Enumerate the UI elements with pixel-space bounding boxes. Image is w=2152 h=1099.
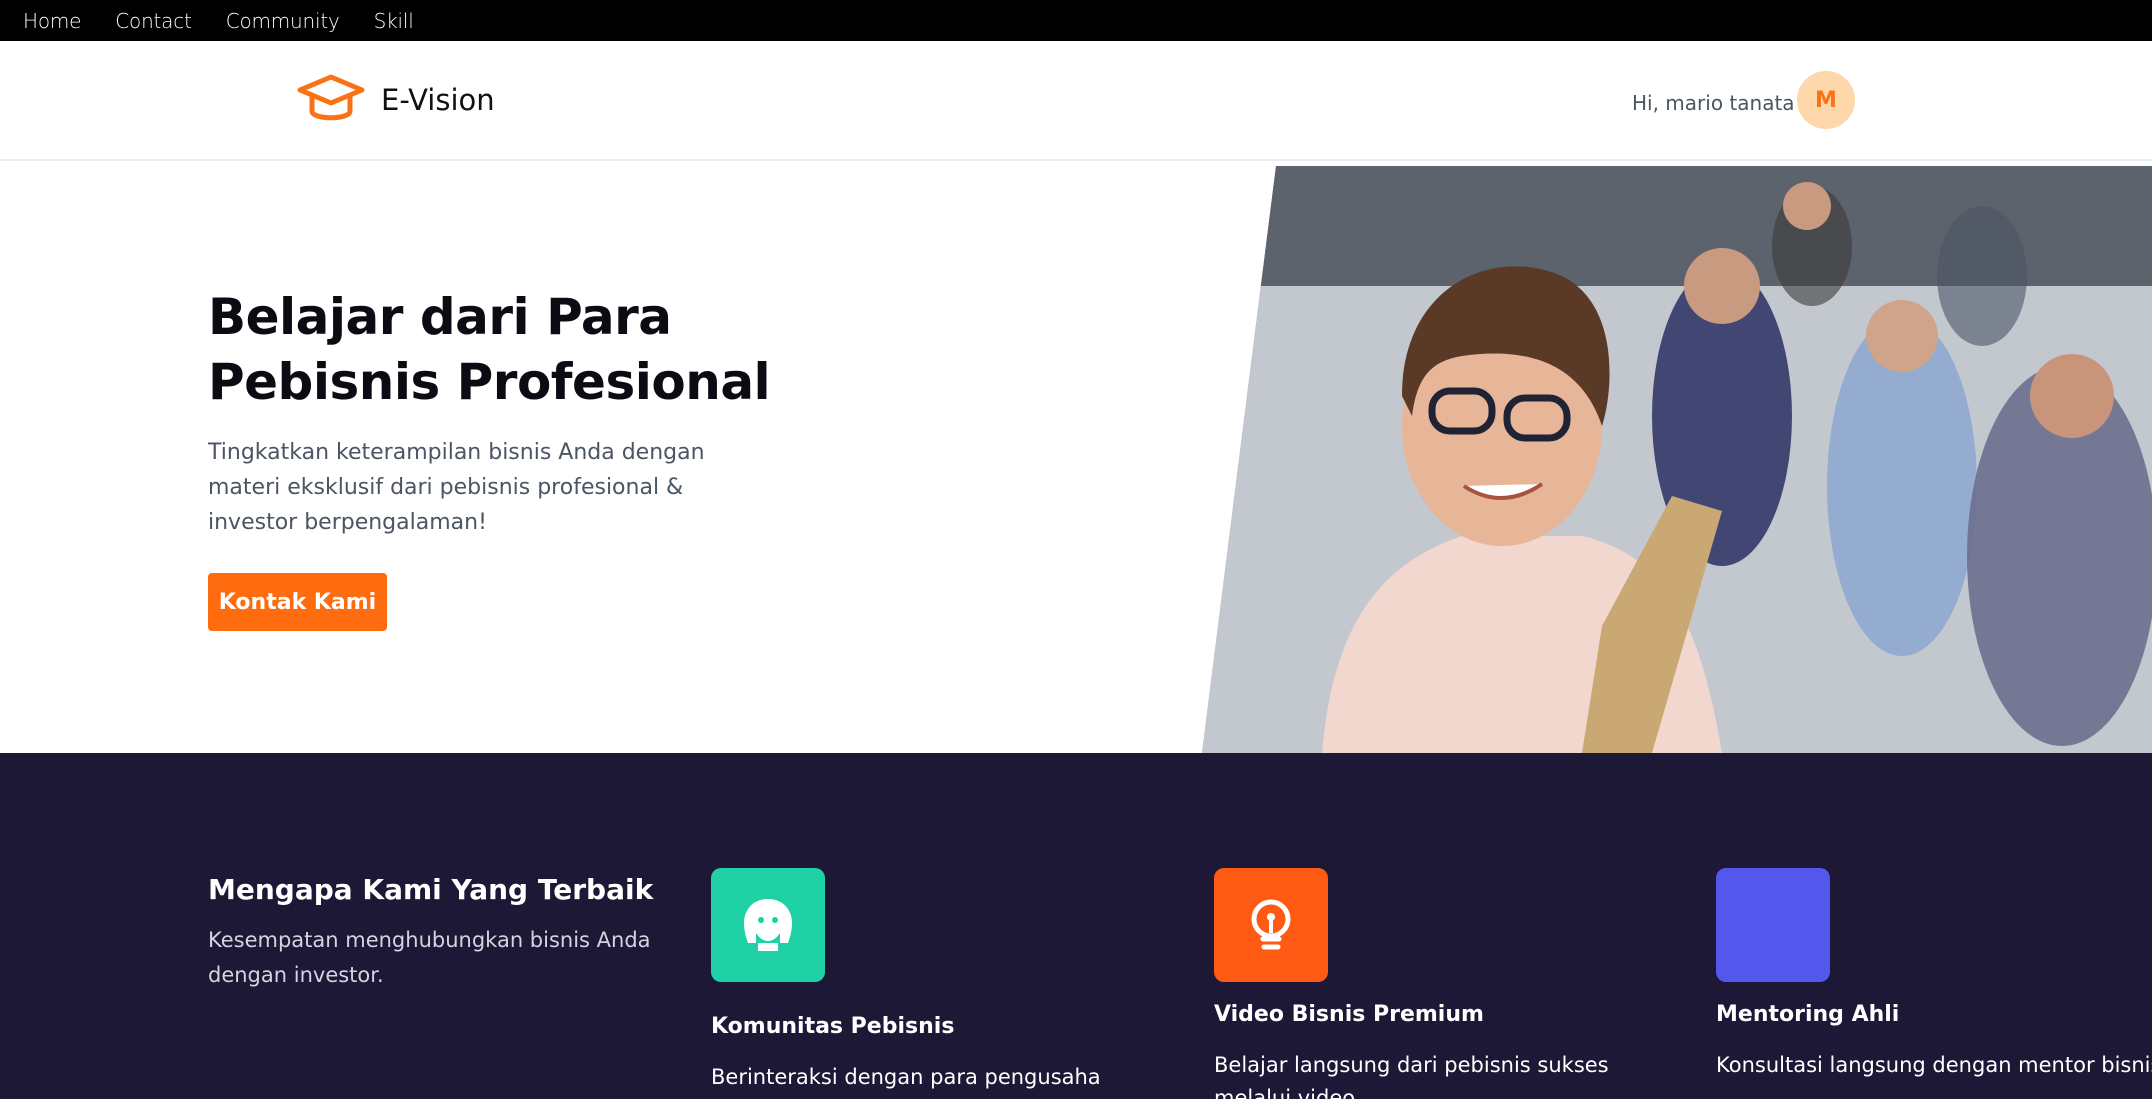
hero-subtitle: Tingkatkan keterampilan bisnis Anda deng… [208, 440, 705, 535]
hero-section: Belajar dari Para Pebisnis Profesional T… [0, 163, 2152, 753]
feature-title: Komunitas Pebisnis [711, 1014, 955, 1039]
hero-title-line-2: Pebisnis Profesional [208, 353, 771, 411]
features-subtitle: Kesempatan menghubungkan bisnis Anda den… [208, 928, 651, 987]
hero-title: Belajar dari Para Pebisnis Profesional [208, 285, 848, 415]
nav-community-link[interactable]: Community [226, 9, 340, 33]
mentor-icon [1716, 868, 1830, 982]
feature-card-community: Komunitas Pebisnis Berinteraksi dengan p… [711, 868, 1171, 1094]
feature-desc: Belajar langsung dari pebisnis sukses me… [1214, 1053, 1609, 1099]
features-title: Mengapa Kami Yang Terbaik [208, 873, 654, 906]
feature-desc: Konsultasi langsung dengan mentor bisnis [1716, 1053, 2152, 1077]
user-greeting: Hi, mario tanata [1632, 91, 1795, 115]
lightbulb-icon [1214, 868, 1328, 982]
brand-name: E-Vision [381, 83, 495, 117]
feature-desc: Berinteraksi dengan para pengusaha [711, 1065, 1101, 1089]
hero-title-line-1: Belajar dari Para [208, 288, 672, 346]
features-section: Mengapa Kami Yang Terbaik Kesempatan men… [0, 753, 2152, 1099]
feature-card-video: Video Bisnis Premium Belajar langsung da… [1214, 868, 1674, 1099]
hero-photo-illustration [1202, 166, 2152, 753]
nav-skill-link[interactable]: Skill [374, 9, 414, 33]
nav-contact-link[interactable]: Contact [115, 9, 192, 33]
hero-photo [1202, 166, 2152, 753]
contact-us-button[interactable]: Kontak Kami [208, 573, 387, 631]
graduation-cap-icon [297, 74, 365, 121]
top-nav: Home Contact Community Skill [0, 0, 2152, 41]
community-icon [711, 868, 825, 982]
brand-logo[interactable]: E-Vision [296, 73, 495, 127]
nav-home-link[interactable]: Home [23, 9, 81, 33]
avatar[interactable]: M [1797, 71, 1855, 129]
feature-title: Mentoring Ahli [1716, 1002, 1900, 1027]
site-header: E-Vision Hi, mario tanata M [0, 41, 2152, 161]
feature-title: Video Bisnis Premium [1214, 1002, 1484, 1027]
feature-card-mentoring: Mentoring Ahli Konsultasi langsung denga… [1716, 868, 2152, 1082]
